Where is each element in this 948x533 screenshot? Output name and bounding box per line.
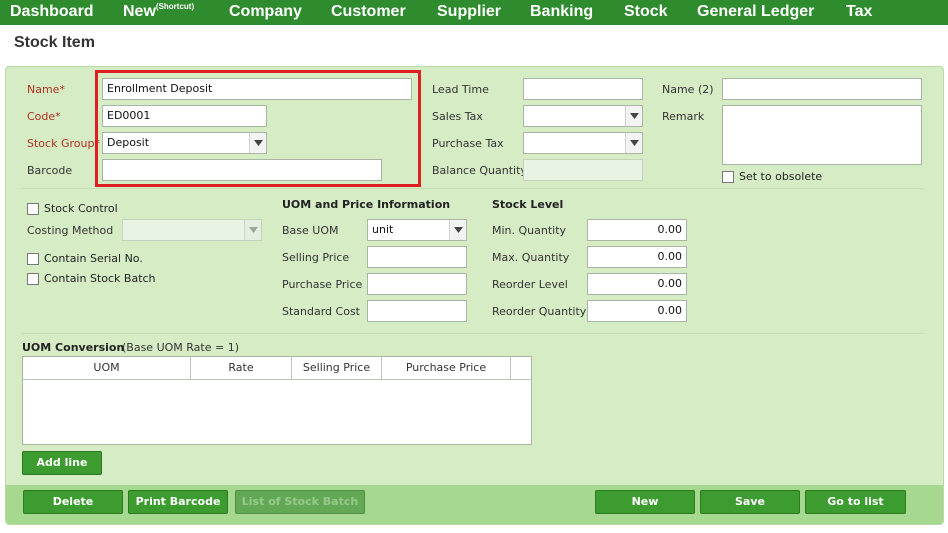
uom-conversion-heading: UOM Conversion <box>22 341 125 354</box>
reorder-quantity-field[interactable]: 0.00 <box>587 300 687 322</box>
divider <box>22 333 924 334</box>
standard-cost-label: Standard Cost <box>282 305 360 318</box>
balance-quantity-field <box>523 159 643 181</box>
purchase-price-label: Purchase Price <box>282 278 363 291</box>
name-label: Name* <box>27 83 65 96</box>
stock-group-label: Stock Group* <box>27 137 100 150</box>
column-header-uom[interactable]: UOM <box>23 357 191 379</box>
reorder-quantity-label: Reorder Quantity <box>492 305 587 318</box>
remark-textarea[interactable] <box>722 105 922 165</box>
go-to-list-button[interactable]: Go to list <box>805 490 906 514</box>
uom-conversion-note: (Base UOM Rate = 1) <box>122 341 239 354</box>
print-barcode-button[interactable]: Print Barcode <box>128 490 228 514</box>
balance-quantity-label: Balance Quantity <box>432 164 527 177</box>
page-title: Stock Item <box>14 34 95 51</box>
standard-cost-field[interactable] <box>367 300 467 322</box>
nav-new[interactable]: New(Shortcut) <box>123 2 195 21</box>
highlight-box <box>95 70 421 187</box>
nav-stock[interactable]: Stock <box>624 3 668 21</box>
lead-time-label: Lead Time <box>432 83 489 96</box>
save-button[interactable]: Save <box>700 490 800 514</box>
base-uom-select[interactable]: unit <box>367 219 467 241</box>
nav-new-shortcut-note: (Shortcut) <box>155 2 195 11</box>
nav-banking[interactable]: Banking <box>530 3 593 21</box>
nav-tax[interactable]: Tax <box>846 3 872 21</box>
nav-general-ledger[interactable]: General Ledger <box>697 3 814 21</box>
name2-field[interactable] <box>722 78 922 100</box>
chevron-down-icon <box>244 220 261 240</box>
base-uom-value: unit <box>372 223 394 236</box>
nav-dashboard[interactable]: Dashboard <box>10 3 94 21</box>
obsolete-checkbox[interactable] <box>722 170 734 183</box>
nav-new-label: New <box>123 3 156 20</box>
uom-conversion-table: UOM Rate Selling Price Purchase Price <box>22 356 532 445</box>
name2-label: Name (2) <box>662 83 714 96</box>
add-line-button[interactable]: Add line <box>22 451 102 475</box>
divider <box>22 188 924 189</box>
stock-control-label: Stock Control <box>44 202 118 215</box>
obsolete-row: Set to obsolete <box>722 170 822 183</box>
uom-price-heading: UOM and Price Information <box>282 198 451 211</box>
sales-tax-label: Sales Tax <box>432 110 483 123</box>
purchase-tax-select[interactable] <box>523 132 643 154</box>
min-quantity-field[interactable]: 0.00 <box>587 219 687 241</box>
costing-method-select <box>122 219 262 241</box>
min-quantity-label: Min. Quantity <box>492 224 567 237</box>
delete-button[interactable]: Delete <box>23 490 123 514</box>
reorder-level-field[interactable]: 0.00 <box>587 273 687 295</box>
code-label: Code* <box>27 110 61 123</box>
nav-supplier[interactable]: Supplier <box>437 3 501 21</box>
table-header: UOM Rate Selling Price Purchase Price <box>23 357 531 380</box>
max-quantity-field[interactable]: 0.00 <box>587 246 687 268</box>
nav-company[interactable]: Company <box>229 3 302 21</box>
new-button[interactable]: New <box>595 490 695 514</box>
batch-checkbox[interactable] <box>27 272 39 285</box>
top-navigation: Dashboard New(Shortcut) Company Customer… <box>0 0 948 25</box>
stock-level-heading: Stock Level <box>492 198 564 211</box>
chevron-down-icon <box>449 220 466 240</box>
remark-label: Remark <box>662 110 705 123</box>
lead-time-field[interactable] <box>523 78 643 100</box>
column-header-purchase-price[interactable]: Purchase Price <box>382 357 511 379</box>
barcode-label: Barcode <box>27 164 73 177</box>
list-stock-batch-button: List of Stock Batch <box>235 490 365 514</box>
column-header-selling-price[interactable]: Selling Price <box>292 357 382 379</box>
selling-price-label: Selling Price <box>282 251 350 264</box>
stock-control-row: Stock Control <box>27 202 118 215</box>
chevron-down-icon <box>625 133 642 153</box>
batch-label: Contain Stock Batch <box>44 272 156 285</box>
purchase-price-field[interactable] <box>367 273 467 295</box>
obsolete-label: Set to obsolete <box>739 170 823 183</box>
max-quantity-label: Max. Quantity <box>492 251 570 264</box>
serial-row: Contain Serial No. <box>27 252 143 265</box>
serial-label: Contain Serial No. <box>44 252 143 265</box>
costing-method-label: Costing Method <box>27 224 114 237</box>
chevron-down-icon <box>625 106 642 126</box>
selling-price-field[interactable] <box>367 246 467 268</box>
purchase-tax-label: Purchase Tax <box>432 137 504 150</box>
nav-customer[interactable]: Customer <box>331 3 406 21</box>
batch-row: Contain Stock Batch <box>27 272 156 285</box>
sales-tax-select[interactable] <box>523 105 643 127</box>
serial-checkbox[interactable] <box>27 252 39 265</box>
base-uom-label: Base UOM <box>282 224 339 237</box>
reorder-level-label: Reorder Level <box>492 278 568 291</box>
column-header-rate[interactable]: Rate <box>191 357 292 379</box>
stock-control-checkbox[interactable] <box>27 202 39 215</box>
